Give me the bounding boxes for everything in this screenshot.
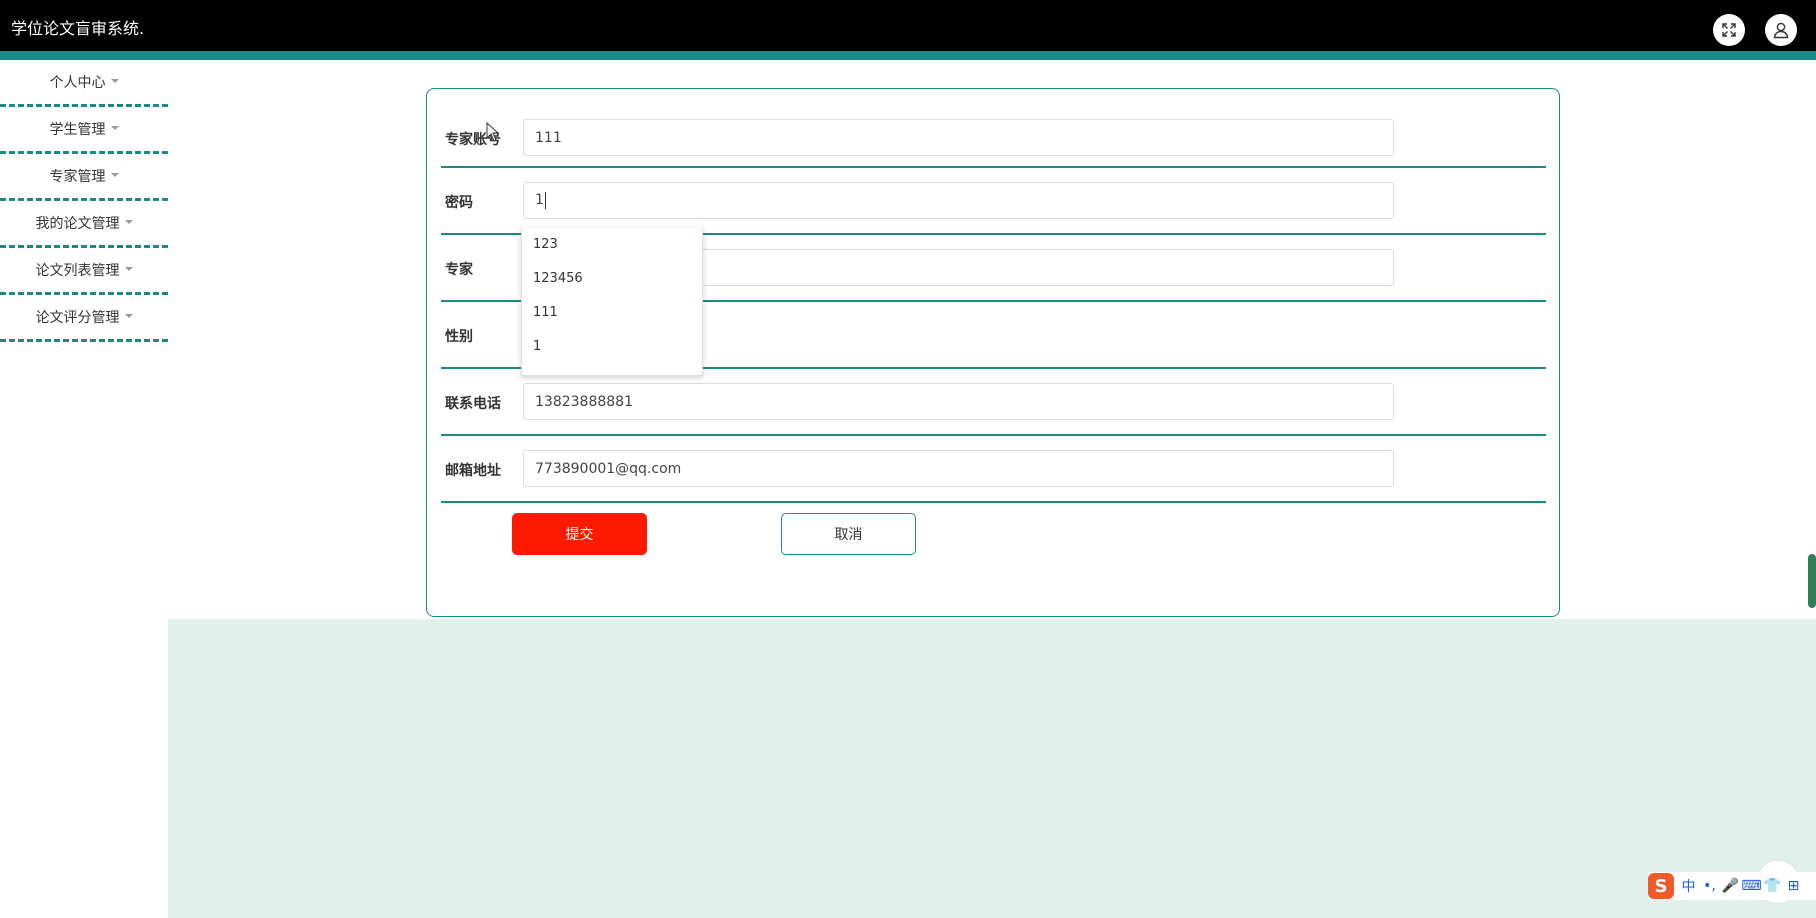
user-icon bbox=[1773, 22, 1789, 39]
sidebar-item-thesis-score-management[interactable]: 论文评分管理 bbox=[0, 295, 168, 342]
fullscreen-button[interactable] bbox=[1713, 14, 1745, 46]
top-bar-accent bbox=[0, 51, 1816, 60]
sidebar-item-thesis-list-management[interactable]: 论文列表管理 bbox=[0, 248, 168, 295]
autocomplete-dropdown: 123 123456 111 1 bbox=[521, 228, 703, 376]
name-label: 专家 bbox=[445, 262, 473, 278]
app-title: 学位论文盲审系统. bbox=[11, 19, 145, 38]
fullscreen-icon bbox=[1722, 23, 1736, 37]
sidebar-item-label: 个人中心 bbox=[49, 75, 106, 91]
sidebar-item-label: 论文评分管理 bbox=[35, 310, 120, 326]
form-row-phone: 联系电话 bbox=[441, 369, 1546, 436]
sidebar-item-label: 论文列表管理 bbox=[35, 263, 120, 279]
sidebar-item-personal-center[interactable]: 个人中心 bbox=[0, 60, 168, 107]
phone-input[interactable] bbox=[523, 383, 1394, 420]
caret-down-icon bbox=[110, 126, 119, 130]
form-row-email: 邮箱地址 bbox=[441, 436, 1546, 503]
ime-language-toggle[interactable]: 中 bbox=[1678, 874, 1699, 898]
autocomplete-option[interactable]: 123 bbox=[522, 228, 702, 262]
ime-toolbar: S 中 •, 🎤 ⌨ 👕 ⊞ bbox=[1648, 872, 1816, 900]
caret-down-icon bbox=[124, 314, 133, 318]
email-input[interactable] bbox=[523, 450, 1394, 487]
caret-down-icon bbox=[110, 173, 119, 177]
autocomplete-option[interactable]: 1 bbox=[522, 330, 702, 364]
sidebar-item-label: 专家管理 bbox=[49, 169, 106, 185]
sidebar-item-my-thesis-management[interactable]: 我的论文管理 bbox=[0, 201, 168, 248]
sidebar-item-student-management[interactable]: 学生管理 bbox=[0, 107, 168, 154]
text-caret bbox=[544, 191, 546, 209]
scrollbar-thumb[interactable] bbox=[1808, 554, 1816, 608]
ime-logo-icon[interactable]: S bbox=[1648, 873, 1674, 899]
password-input-value: 1 bbox=[535, 192, 544, 208]
ime-toolbox-icon[interactable]: ⊞ bbox=[1783, 874, 1804, 898]
ime-microphone-icon[interactable]: 🎤 bbox=[1720, 874, 1741, 898]
content-background bbox=[168, 619, 1816, 918]
form-row-password: 密码 1 bbox=[441, 168, 1546, 235]
autocomplete-option[interactable]: 111 bbox=[522, 296, 702, 330]
submit-button[interactable]: 提交 bbox=[512, 513, 647, 555]
caret-down-icon bbox=[124, 267, 133, 271]
account-input[interactable] bbox=[523, 119, 1394, 156]
phone-label: 联系电话 bbox=[445, 396, 501, 412]
user-button[interactable] bbox=[1765, 14, 1797, 46]
sidebar-item-label: 学生管理 bbox=[49, 122, 106, 138]
top-bar: 学位论文盲审系统. bbox=[0, 0, 1816, 51]
gender-label: 性别 bbox=[445, 329, 473, 345]
autocomplete-option[interactable]: 123456 bbox=[522, 262, 702, 296]
password-label: 密码 bbox=[445, 195, 473, 211]
mouse-cursor-icon bbox=[486, 122, 500, 142]
form-row-account: 专家账号 bbox=[441, 89, 1546, 168]
caret-down-icon bbox=[124, 220, 133, 224]
caret-down-icon bbox=[110, 79, 119, 83]
sidebar-item-label: 我的论文管理 bbox=[35, 216, 120, 232]
ime-punctuation-icon[interactable]: •, bbox=[1699, 874, 1720, 898]
email-label: 邮箱地址 bbox=[445, 463, 501, 479]
cancel-button[interactable]: 取消 bbox=[781, 513, 916, 555]
ime-skin-icon[interactable]: 👕 bbox=[1762, 874, 1783, 898]
password-input[interactable]: 1 bbox=[523, 182, 1394, 219]
sidebar: 个人中心 学生管理 专家管理 我的论文管理 论文列表管理 论文评分管理 bbox=[0, 60, 168, 342]
sidebar-item-expert-management[interactable]: 专家管理 bbox=[0, 154, 168, 201]
ime-keyboard-icon[interactable]: ⌨ bbox=[1741, 874, 1762, 898]
